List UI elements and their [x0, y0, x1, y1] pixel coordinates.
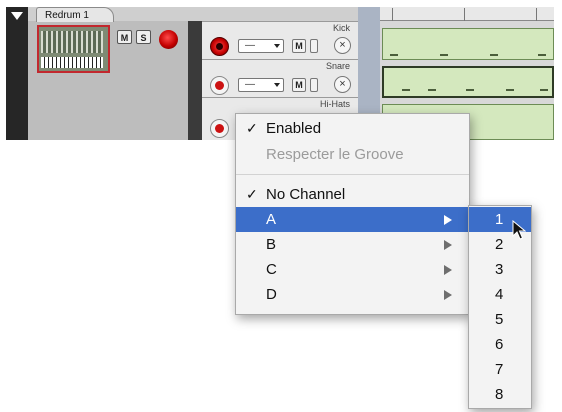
mouse-pointer-icon: [512, 220, 526, 240]
device-mute-button[interactable]: M: [117, 30, 132, 44]
lane-label: Kick: [332, 23, 350, 33]
snare-clip[interactable]: [382, 66, 554, 98]
chevron-down-icon: [274, 83, 280, 87]
menu-item-label: B: [266, 236, 277, 253]
submenu-arrow-icon: [444, 215, 452, 225]
note-event[interactable]: [428, 89, 436, 91]
lane-remove-button[interactable]: ×: [334, 76, 351, 93]
lane-grip[interactable]: [188, 21, 202, 59]
lane-label: Hi-Hats: [319, 99, 350, 109]
submenu-arrow-icon: [444, 265, 452, 275]
lane-solo-button[interactable]: [310, 78, 318, 92]
submenu-item[interactable]: 7: [469, 357, 531, 382]
submenu-item[interactable]: 5: [469, 307, 531, 332]
menu-item-channel-d[interactable]: D: [236, 282, 469, 307]
submenu-item[interactable]: 3: [469, 257, 531, 282]
note-event[interactable]: [538, 54, 546, 56]
menu-item-respecter-groove: Respecter le Groove: [236, 142, 469, 167]
note-event[interactable]: [390, 54, 398, 56]
lane-channel-select[interactable]: —: [238, 78, 284, 92]
note-event[interactable]: [466, 89, 474, 91]
checkmark-icon: ✓: [246, 120, 258, 136]
menu-item-label: C: [266, 261, 277, 278]
thumbnail-keys: [41, 57, 103, 68]
submenu-item-label: 2: [495, 236, 504, 253]
menu-separator: [236, 174, 469, 175]
submenu-item[interactable]: 6: [469, 332, 531, 357]
submenu-arrow-icon: [444, 290, 452, 300]
submenu-item-label: 4: [495, 286, 504, 303]
menu-item-label: No Channel: [266, 186, 346, 203]
note-event[interactable]: [402, 89, 410, 91]
lane-mute-button[interactable]: M: [292, 78, 306, 92]
submenu-arrow-icon: [444, 240, 452, 250]
lane-remove-button[interactable]: ×: [334, 37, 351, 54]
submenu-item-label: 5: [495, 311, 504, 328]
track-fold-column[interactable]: [6, 7, 28, 140]
lane-grip[interactable]: [188, 59, 202, 97]
menu-item-label: A: [266, 211, 277, 228]
menu-item-channel-c[interactable]: C: [236, 257, 469, 282]
submenu-item-label: 6: [495, 336, 504, 353]
lane-mute-button[interactable]: M: [292, 39, 306, 53]
combo-value: —: [245, 79, 255, 90]
note-event[interactable]: [490, 54, 498, 56]
lane-solo-button[interactable]: [310, 39, 318, 53]
menu-item-channel-a[interactable]: A: [236, 207, 469, 232]
ruler-tick: [392, 8, 393, 21]
record-dot-icon: [215, 124, 224, 133]
lane-record-button[interactable]: [210, 37, 229, 56]
combo-value: —: [245, 40, 255, 51]
note-event[interactable]: [440, 54, 448, 56]
sequencer-ruler[interactable]: [380, 7, 554, 21]
lane-grip[interactable]: [188, 97, 202, 140]
submenu-item-label: 1: [495, 211, 504, 228]
note-event[interactable]: [540, 89, 548, 91]
submenu-item[interactable]: 4: [469, 282, 531, 307]
menu-item-label: Enabled: [266, 120, 322, 137]
chevron-down-icon: [274, 44, 280, 48]
lane-label: Snare: [325, 61, 350, 71]
kick-clip[interactable]: [382, 28, 554, 60]
submenu-item[interactable]: 8: [469, 382, 531, 407]
submenu-item-label: 8: [495, 386, 504, 403]
ruler-tick: [536, 8, 537, 21]
lane-record-button[interactable]: [210, 76, 229, 95]
ruler-tick: [464, 8, 465, 21]
lane-record-button[interactable]: [210, 119, 229, 138]
menu-item-label: D: [266, 286, 277, 303]
submenu-item-label: 3: [495, 261, 504, 278]
menu-item-channel-b[interactable]: B: [236, 232, 469, 257]
menu-item-enabled[interactable]: ✓ Enabled: [236, 116, 469, 141]
thumbnail-knobs: [41, 31, 103, 53]
device-record-button[interactable]: [159, 30, 178, 49]
device-solo-button[interactable]: S: [136, 30, 151, 44]
menu-item-label: Respecter le Groove: [266, 146, 404, 163]
record-dot-icon: [215, 81, 224, 90]
record-dot-icon: [216, 43, 223, 50]
note-event[interactable]: [506, 89, 514, 91]
lane-channel-select[interactable]: —: [238, 39, 284, 53]
fold-triangle-icon[interactable]: [11, 12, 23, 20]
context-menu: ✓ Enabled Respecter le Groove ✓ No Chann…: [235, 113, 470, 315]
menu-item-no-channel[interactable]: ✓ No Channel: [236, 182, 469, 207]
submenu-item-label: 7: [495, 361, 504, 378]
device-name-tab[interactable]: Redrum 1: [36, 7, 114, 22]
checkmark-icon: ✓: [246, 186, 258, 202]
